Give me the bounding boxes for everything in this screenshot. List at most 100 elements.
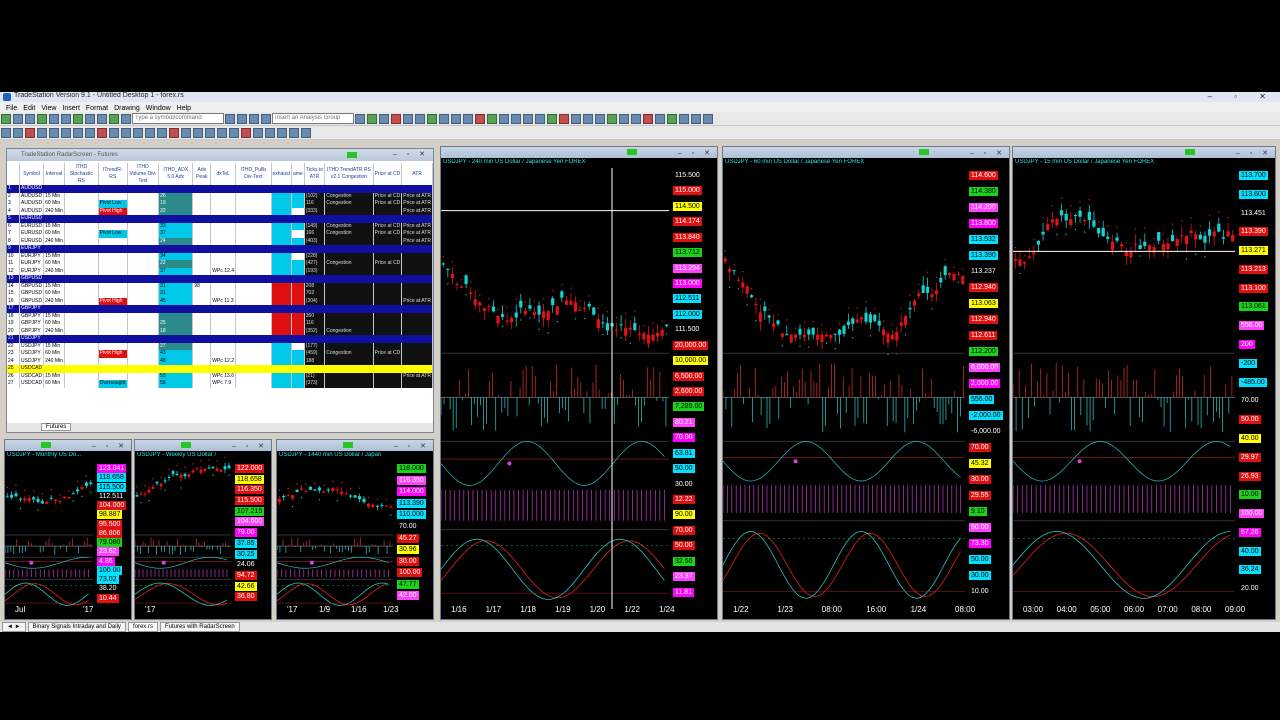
tool-icon-24[interactable] (643, 114, 653, 124)
radar-row[interactable]: 4 AUDUSD 240 Min Pivot High 22 (333) Price at … (7, 207, 433, 215)
chart-icon[interactable] (85, 114, 95, 124)
chart-window-controls[interactable]: – ▫ ✕ (1236, 148, 1272, 158)
menu-edit[interactable]: Edit (23, 105, 35, 112)
drawing-tool-icon-15[interactable] (181, 128, 191, 138)
chart-window-weekly[interactable]: – ▫ ✕ USDJPY - Weekly US Dollar /122.000 1… (134, 439, 272, 620)
radar-row[interactable]: 13 GBPUSD (7, 275, 433, 283)
tool-icon-25[interactable] (655, 114, 665, 124)
drawing-tool-icon-5[interactable] (61, 128, 71, 138)
cut-icon[interactable] (49, 114, 59, 124)
copy-icon[interactable] (61, 114, 71, 124)
radar-col-header[interactable]: Interval (43, 163, 65, 185)
tool-icon-14[interactable] (523, 114, 533, 124)
tool-icon-28[interactable] (691, 114, 701, 124)
radar-row[interactable]: 25 USDCAD (7, 365, 433, 373)
radar-col-header[interactable]: dxTeL (210, 163, 236, 185)
radar-row[interactable]: 21 USDJPY (7, 335, 433, 343)
radar-col-header[interactable]: Symbol (19, 163, 45, 185)
radar-row[interactable]: 2 AUDUSD 15 Min 26 (102) Congestion Price at C… (7, 192, 433, 200)
radar-row[interactable]: 14 GBPUSD 15 Min 31 98 208 (7, 282, 433, 290)
tool-icon-23[interactable] (631, 114, 641, 124)
radar-row[interactable]: 12 EURJPY 240 Min 37 WPc 12.4 (193) (7, 267, 433, 275)
tool-icon-21[interactable] (607, 114, 617, 124)
tab-scroll-arrows[interactable]: ◄ ► (2, 622, 26, 632)
tool-icon-26[interactable] (667, 114, 677, 124)
drawing-tool-icon-13[interactable] (157, 128, 167, 138)
tool-icon-6[interactable] (427, 114, 437, 124)
drawing-tool-icon-6[interactable] (73, 128, 83, 138)
menu-file[interactable]: File (6, 105, 17, 112)
drawing-tool-icon-22[interactable] (265, 128, 275, 138)
tool-icon-12[interactable] (499, 114, 509, 124)
sheet-tab-futures[interactable]: Futures (41, 423, 72, 431)
drawing-tool-icon-11[interactable] (133, 128, 143, 138)
chart-window-240min[interactable]: – ▫ ✕ USDJPY - 240 min US Dollar / Japane… (440, 146, 718, 620)
tool-icon-10[interactable] (475, 114, 485, 124)
drawing-tool-icon-1[interactable] (13, 128, 23, 138)
drawing-tool-icon-0[interactable] (1, 128, 11, 138)
radar-row[interactable]: 15 GBPUSD 60 Min 31 702 (7, 290, 433, 298)
radar-row[interactable]: 8 EURUSD 240 Min 24 (403) Price at ATR (7, 237, 433, 245)
tool-icon-27[interactable] (679, 114, 689, 124)
drawing-tool-icon-24[interactable] (289, 128, 299, 138)
chart-window-controls[interactable]: – ▫ ✕ (678, 148, 714, 158)
radar-row[interactable]: 18 GBPJPY 15 Min 360 (7, 312, 433, 320)
drawing-tool-icon-14[interactable] (169, 128, 179, 138)
radar-col-header[interactable]: ITHD_Pullb Div-Text (235, 163, 272, 185)
drawing-tool-icon-19[interactable] (229, 128, 239, 138)
tool-icon-20[interactable] (595, 114, 605, 124)
radar-col-header[interactable]: ITHD TrendATR RS v2.1 Congestion (324, 163, 374, 185)
quote-icon[interactable] (121, 114, 131, 124)
drawing-tool-icon-9[interactable] (109, 128, 119, 138)
tool-icon-4[interactable] (403, 114, 413, 124)
tool-icon-5[interactable] (415, 114, 425, 124)
radar-window-controls[interactable]: – ▫ ✕ (393, 149, 429, 161)
tool-icon-22[interactable] (619, 114, 629, 124)
drawing-tool-icon-12[interactable] (145, 128, 155, 138)
menu-format[interactable]: Format (86, 105, 108, 112)
tool-icon-29[interactable] (703, 114, 713, 124)
radar-row[interactable]: 11 EURJPY 60 Min 22 (427) Congestion Price at … (7, 260, 433, 268)
radar-icon[interactable] (109, 114, 119, 124)
menu-window[interactable]: Window (146, 105, 171, 112)
save-icon[interactable] (25, 114, 35, 124)
radar-col-header[interactable]: exhaust (271, 163, 293, 185)
grid-icon[interactable] (97, 114, 107, 124)
radar-row[interactable]: 9 EURJPY (7, 245, 433, 253)
drawing-tool-icon-2[interactable] (25, 128, 35, 138)
radar-row[interactable]: 19 GBPJPY 60 Min 25 116 (7, 320, 433, 328)
radar-col-header[interactable]: ame (291, 163, 305, 185)
radar-row[interactable]: 26 USDCAD 15 Min 53 WPc 13.6 (21) Price at ATR (7, 372, 433, 380)
radar-row[interactable]: 5 EURUSD (7, 215, 433, 223)
radar-row[interactable]: 23 USDJPY 60 Min Pivot High 43 (459) Congestio… (7, 350, 433, 358)
menu-view[interactable]: View (41, 105, 56, 112)
chart-window-60min[interactable]: – ▫ ✕ USDJPY - 60 min US Dollar / Japanes… (722, 146, 1010, 620)
drawing-tool-icon-21[interactable] (253, 128, 263, 138)
tool-icon-1[interactable] (367, 114, 377, 124)
drawing-tool-icon-3[interactable] (37, 128, 47, 138)
drawing-tool-icon-7[interactable] (85, 128, 95, 138)
tool-icon-13[interactable] (511, 114, 521, 124)
radar-row[interactable]: 17 GBPJPY (7, 305, 433, 313)
radar-row[interactable]: 6 EURUSD 15 Min 33 (149) Congestion Price at C… (7, 222, 433, 230)
radar-row[interactable]: 3 AUDUSD 60 Min Pivot Low 19 116 Congestion Pri… (7, 200, 433, 208)
menu-help[interactable]: Help (177, 105, 191, 112)
radar-col-header[interactable]: ITHD Volume Div-Text (127, 163, 160, 185)
radar-col-header[interactable]: Ticks to ATR (304, 163, 326, 185)
tool-icon-7[interactable] (439, 114, 449, 124)
radar-col-header[interactable]: ITHD Stochastic RS (64, 163, 99, 185)
radar-row[interactable]: 10 EURJPY 15 Min 34 (228) (7, 252, 433, 260)
radar-row[interactable]: 22 USDJPY 15 Min 27 (177) (7, 342, 433, 350)
tool-icon-17[interactable] (559, 114, 569, 124)
menu-insert[interactable]: Insert (62, 105, 80, 112)
chart-window-daily[interactable]: – ▫ ✕ USDJPY - 1440 min US Dollar / Japan… (276, 439, 434, 620)
chart-window-controls[interactable]: – ▫ ✕ (394, 441, 430, 451)
window-controls[interactable]: – ▫ ✕ (1208, 92, 1276, 101)
tool-icon-11[interactable] (487, 114, 497, 124)
radar-col-header[interactable]: Price at CD (373, 163, 403, 185)
tool-icon-0[interactable] (355, 114, 365, 124)
desktop-tab-1[interactable]: forex.rs (127, 622, 158, 632)
drawing-tool-icon-8[interactable] (97, 128, 107, 138)
lock-icon[interactable] (261, 114, 271, 124)
desktop-tab-0[interactable]: Binary Signals Intraday and Daily (27, 622, 126, 632)
